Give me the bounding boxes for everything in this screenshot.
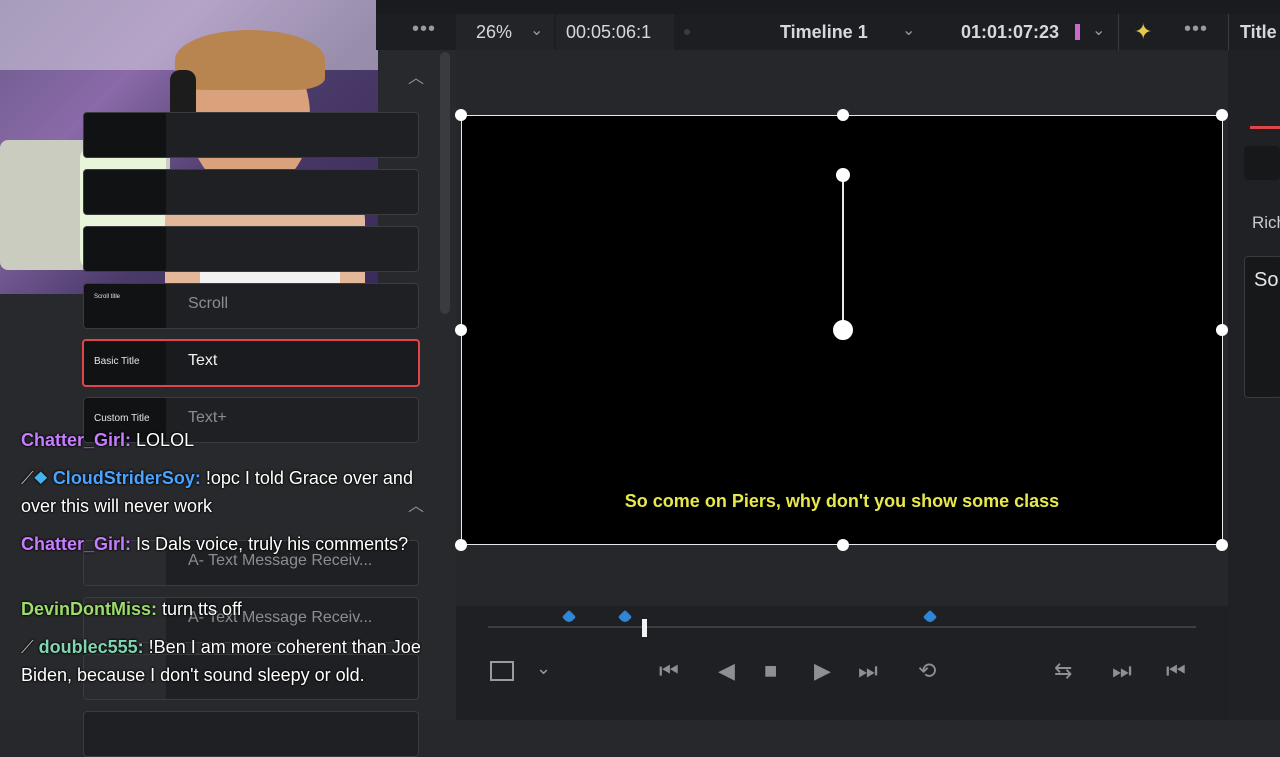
stop-icon[interactable]: ■ [764,658,777,684]
chat-message: Chatter_Girl: Is Dals voice, truly his c… [21,530,421,558]
title-item[interactable] [83,711,419,757]
chat-username: doublec555: [38,637,144,657]
inspector-panel: Rich So [1228,50,1280,720]
cube-badge-icon: ◆ [33,468,48,488]
timeline-chevron-down-icon[interactable]: ⌄ [902,20,915,40]
effects-sparkle-icon[interactable]: ✦ [1134,19,1152,45]
next-edit-icon[interactable]: ⏭ [1112,658,1132,684]
divider [1118,14,1119,50]
titles-scrollbar[interactable] [440,52,450,314]
chat-text: LOLOL [136,430,195,450]
transform-handle[interactable] [837,539,849,551]
inspector-title: Title [1240,22,1277,42]
title-item[interactable] [83,112,419,158]
loop-icon[interactable]: ⟲ [918,658,936,684]
top-strip [376,0,1280,14]
match-frame-icon[interactable]: ⇆ [1054,658,1072,684]
chat-message: Chatter_Girl: LOLOL [21,426,421,454]
rich-text-preview: So [1254,269,1279,291]
scrubber-track[interactable] [488,626,1196,628]
chat-message: ⟋ doublec555: !Ben I am more coherent th… [21,633,421,689]
title-thumbnail [84,227,166,271]
divider-right [1228,14,1229,50]
title-item-label: Text [188,352,218,369]
transform-handle[interactable] [455,109,467,121]
timecode-chevron-down-icon[interactable]: ⌄ [1092,20,1105,40]
transform-handle[interactable] [455,539,467,551]
thumb-label: Basic Title [94,356,140,367]
rotation-handle-line [842,175,844,330]
pencil-badge-icon: ⟋ [21,468,34,488]
zoom-selector[interactable]: 26% ⌄ [456,14,554,50]
title-item-label: Text+ [188,409,227,426]
title-item-label: Scroll [188,295,229,312]
transport-bar: ⌄ ⏮ ◀ ■ ▶ ⏭ ⟲ ⇆ ⏭ ⏮ [456,606,1228,720]
chat-text: turn tts off [162,599,242,619]
title-item[interactable] [83,226,419,272]
thumb-label: Scroll title [94,294,121,300]
jump-to-end-icon[interactable]: ⏭ [858,658,878,684]
more-options-icon[interactable]: ••• [412,18,436,41]
title-thumbnail: Basic Title [84,341,166,385]
reverse-play-icon[interactable]: ◀ [718,658,735,684]
title-thumbnail: Scroll title [84,284,166,328]
chat-text: Is Dals voice, truly his comments? [136,534,409,554]
transform-mode-icon[interactable] [490,661,514,681]
timecode-left-box: 00:05:06:1 [556,14,674,50]
timecode-left: 00:05:06:1 [566,22,652,42]
chat-message: ⟋◆ CloudStriderSoy: !opc I told Grace ov… [21,464,421,520]
title-item[interactable] [83,169,419,215]
inspector-field[interactable] [1244,146,1280,180]
title-item-text-selected[interactable]: Basic Title Text [82,339,420,387]
previous-edit-icon[interactable]: ⏮ [1166,658,1186,684]
marker-icon[interactable] [561,609,577,625]
rich-text-editor[interactable]: So [1244,256,1280,398]
collapse-up-icon[interactable]: ︿ [408,64,424,88]
thumb-label: Custom Title [94,413,150,424]
jump-to-start-icon[interactable]: ⏮ [659,658,679,684]
playhead[interactable] [642,619,647,637]
chat-username: CloudStriderSoy: [52,468,201,488]
transform-handle[interactable] [1216,324,1228,336]
marker-indicator [1075,24,1080,40]
chat-username: DevinDontMiss: [21,599,158,619]
play-icon[interactable]: ▶ [814,658,831,684]
timeline-name[interactable]: Timeline 1 [780,22,868,43]
rich-text-label: Rich [1252,213,1280,232]
marker-icon[interactable] [617,609,633,625]
subtitle-text: So come on Piers, why don't you show som… [624,491,1060,511]
rotation-handle[interactable] [836,168,850,182]
chat-username: Chatter_Girl: [21,430,132,450]
pencil-badge-icon: ⟋ [21,637,34,657]
chat-message: DevinDontMiss: turn tts off [21,595,421,623]
timecode-right: 01:01:07:23 [961,22,1060,42]
title-item-scroll[interactable]: Scroll title Scroll [83,283,419,329]
title-thumbnail [84,113,166,157]
chat-username: Chatter_Girl: [21,534,132,554]
transform-handle[interactable] [455,324,467,336]
viewer-toolbar: ••• 26% ⌄ 00:05:06:1 Timeline 1 ⌄ 01:01:… [376,14,1280,50]
marker-icon[interactable] [922,609,938,625]
person-hair [175,30,325,90]
transform-handle[interactable] [837,109,849,121]
more-options-right-icon[interactable]: ••• [1184,18,1208,41]
transform-handle[interactable] [1216,109,1228,121]
inspector-tab-indicator [1250,126,1280,129]
mode-chevron-down-icon[interactable]: ⌄ [536,658,551,679]
chevron-down-icon: ⌄ [530,22,544,39]
zoom-value: 26% [476,22,513,42]
anchor-point-handle[interactable] [833,320,853,340]
status-dot-icon [684,29,690,35]
transform-handle[interactable] [1216,539,1228,551]
title-thumbnail [84,170,166,214]
